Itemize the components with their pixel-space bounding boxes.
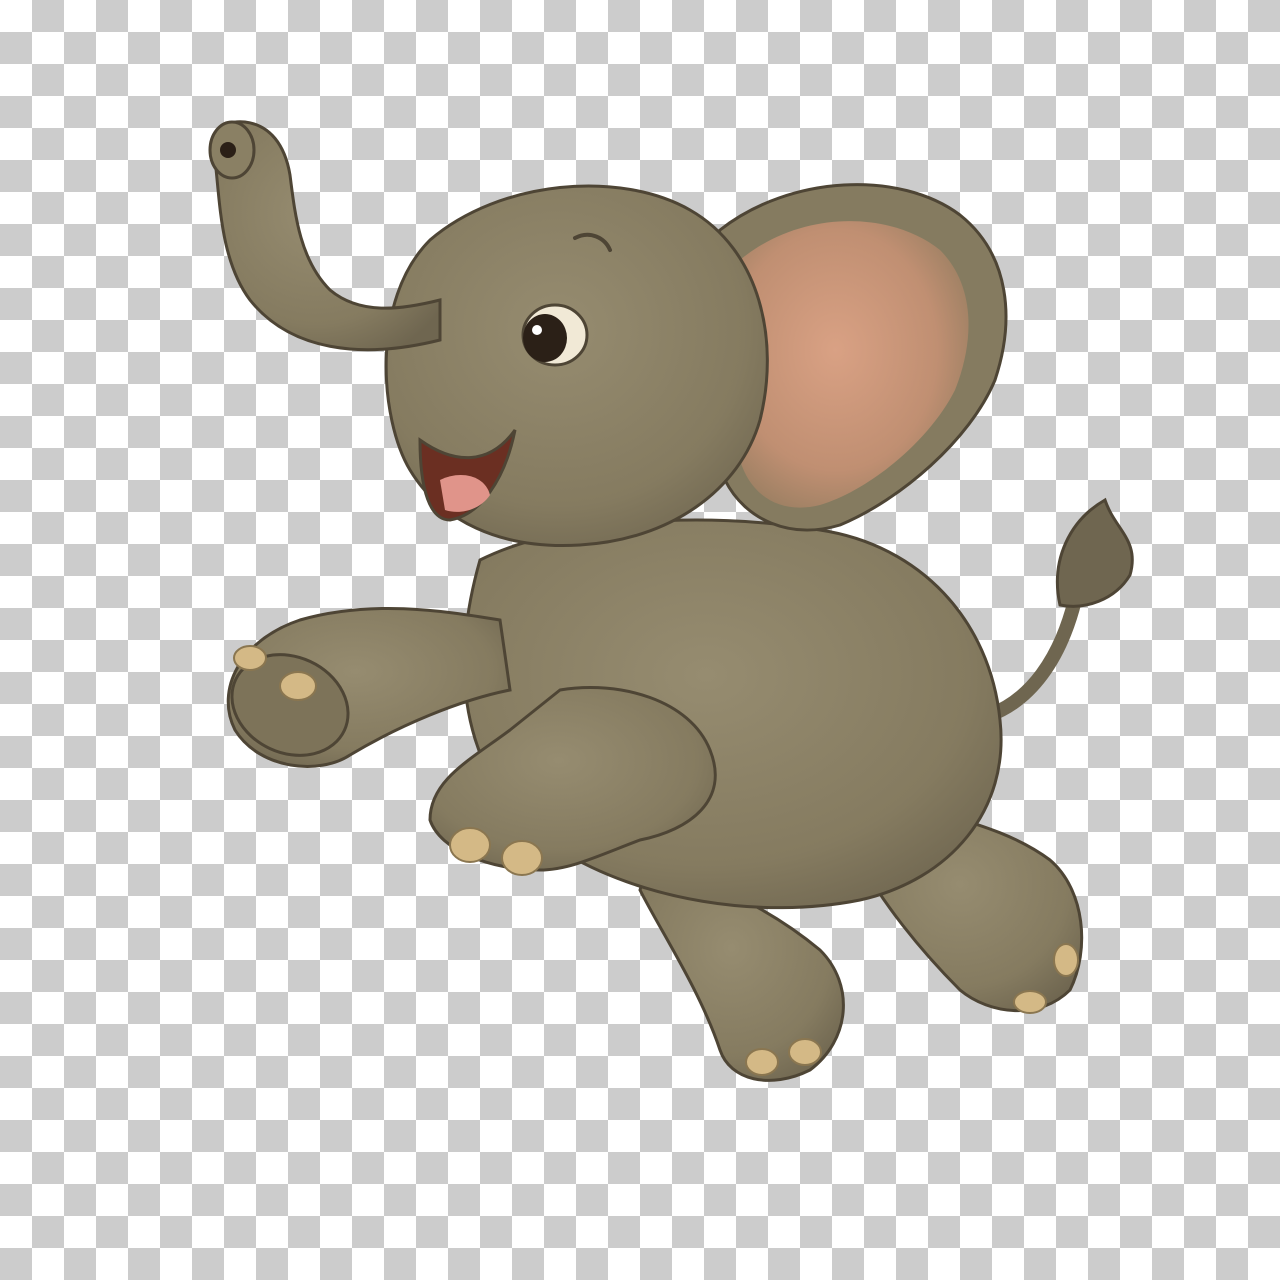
elephant-illustration bbox=[208, 120, 1134, 1082]
elephant-eye bbox=[521, 303, 589, 367]
elephant-front-leg-raised bbox=[226, 606, 512, 768]
transparent-background bbox=[0, 0, 1280, 1280]
elephant-tail bbox=[983, 497, 1134, 722]
